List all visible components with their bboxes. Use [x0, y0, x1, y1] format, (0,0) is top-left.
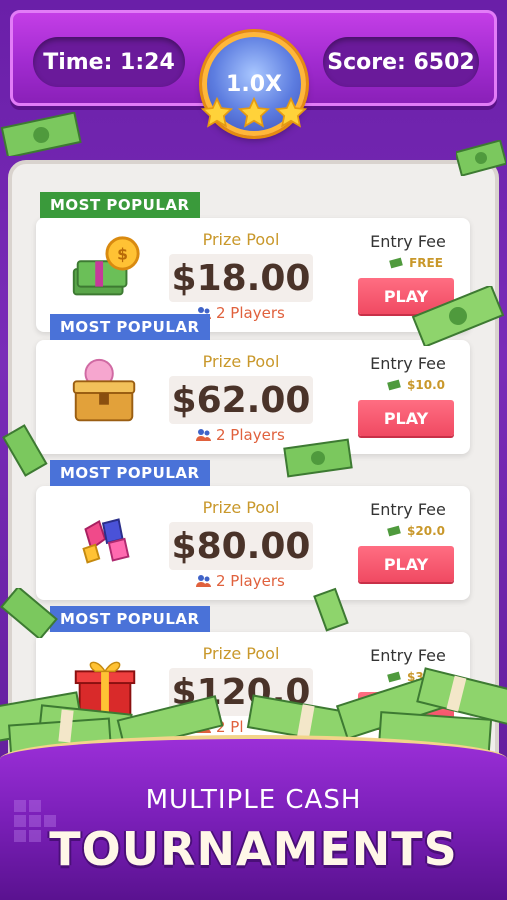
- prize-pool-label: Prize Pool: [202, 352, 280, 371]
- entry-fee-label: Entry Fee: [370, 354, 446, 373]
- most-popular-badge: MOST POPULAR: [50, 314, 210, 340]
- money-bill-icon: [411, 286, 505, 346]
- fee-text: $20.0: [407, 524, 445, 538]
- money-bill-icon: [0, 588, 58, 638]
- prize-pool-label: Prize Pool: [202, 230, 280, 249]
- star-icon: [200, 96, 234, 128]
- timer-display: Time: 1:24: [33, 37, 185, 87]
- money-bill-icon: [313, 587, 349, 632]
- star-icon: [274, 96, 308, 128]
- entry-fee-label: Entry Fee: [370, 500, 446, 519]
- money-bill-icon: [283, 438, 353, 478]
- entry-fee-value: $10.0: [376, 378, 456, 392]
- score-display: Score: 6502: [323, 37, 479, 87]
- money-bill-icon: [456, 140, 506, 176]
- entry-fee-value: $20.0: [376, 524, 456, 538]
- money-bill-icon: [2, 424, 48, 477]
- players-text: 2 Players: [216, 572, 285, 590]
- money-bill-icon: [0, 112, 82, 156]
- star-rating: [200, 96, 308, 130]
- svg-text:$: $: [117, 245, 128, 263]
- fee-text: FREE: [409, 256, 443, 270]
- banner-subtitle: MULTIPLE CASH: [145, 785, 362, 815]
- entry-fee-label: Entry Fee: [370, 232, 446, 251]
- tournament-card[interactable]: Prize Pool $80.00 2 Players Entry Fee $2…: [36, 486, 470, 600]
- tournament-card[interactable]: Prize Pool $62.00 2 Players Entry Fee $1…: [36, 340, 470, 454]
- play-button[interactable]: PLAY: [358, 546, 454, 582]
- players-text: 2 Players: [216, 426, 285, 444]
- entry-fee-value: FREE: [376, 256, 456, 270]
- most-popular-badge: MOST POPULAR: [50, 606, 210, 632]
- gems-icon: [82, 518, 130, 564]
- players-icon: [196, 429, 211, 441]
- players-text: 2 Players: [216, 304, 285, 322]
- cash-icon: [387, 525, 401, 537]
- multiplier-medal: 1.0X: [200, 32, 308, 136]
- treasure-chest-icon: [72, 358, 136, 422]
- banner-title: TOURNAMENTS: [49, 822, 458, 876]
- players-count: 2 Players: [196, 304, 326, 322]
- players-count: 2 Players: [196, 572, 326, 590]
- prize-amount: $18.00: [169, 254, 313, 302]
- players-icon: [196, 575, 211, 587]
- prize-amount: $62.00: [169, 376, 313, 424]
- cash-icon: [389, 257, 403, 269]
- most-popular-badge: MOST POPULAR: [50, 460, 210, 486]
- fee-text: $10.0: [407, 378, 445, 392]
- play-button[interactable]: PLAY: [358, 400, 454, 436]
- cash-icon: [387, 379, 401, 391]
- most-popular-badge: MOST POPULAR: [40, 192, 200, 218]
- cash-stack-coin-icon: $: [72, 236, 140, 296]
- prize-amount: $80.00: [169, 522, 313, 570]
- prize-pool-label: Prize Pool: [202, 498, 280, 517]
- star-icon: [237, 96, 271, 128]
